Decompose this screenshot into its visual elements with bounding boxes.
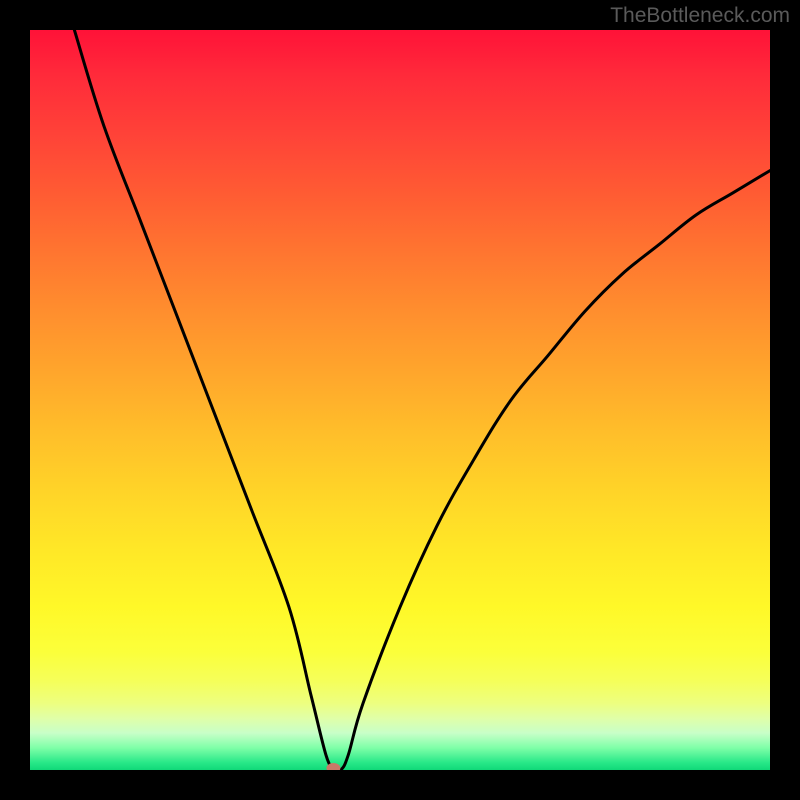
bottleneck-curve-path [74, 30, 770, 770]
chart-plot-area [30, 30, 770, 770]
watermark-text: TheBottleneck.com [610, 4, 790, 28]
chart-curve [30, 30, 770, 770]
